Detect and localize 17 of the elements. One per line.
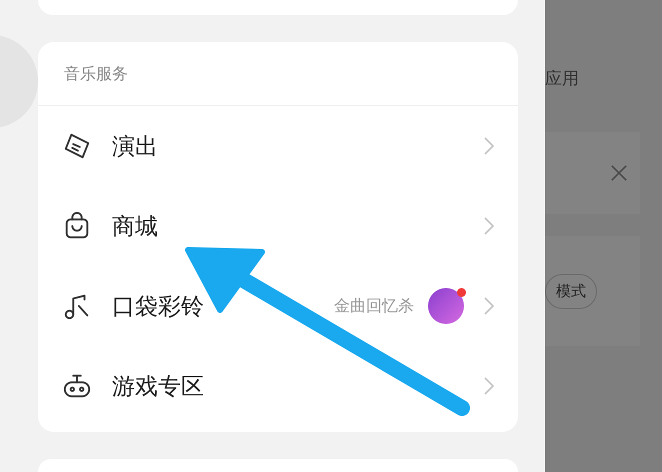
promo-text: 金曲回忆杀 <box>334 296 414 316</box>
close-icon[interactable] <box>610 164 628 182</box>
chevron-right-icon <box>484 297 494 315</box>
mode-button[interactable]: 模式 <box>545 274 597 308</box>
menu-label: 口袋彩铃 <box>112 292 205 322</box>
menu-label: 商城 <box>112 212 159 242</box>
chevron-right-icon <box>484 137 494 155</box>
section-title: 音乐服务 <box>38 42 518 106</box>
ticket-icon <box>62 131 92 161</box>
side-label: 应用 <box>545 68 579 90</box>
menu-label: 演出 <box>112 132 159 162</box>
menu-item[interactable]: 演出 <box>38 106 518 186</box>
menu-item[interactable]: 游戏专区 <box>38 346 518 426</box>
menu-item[interactable]: 商城 <box>38 186 518 266</box>
chevron-right-icon <box>484 377 494 395</box>
menu-label: 游戏专区 <box>112 372 205 402</box>
chevron-right-icon <box>484 217 494 235</box>
